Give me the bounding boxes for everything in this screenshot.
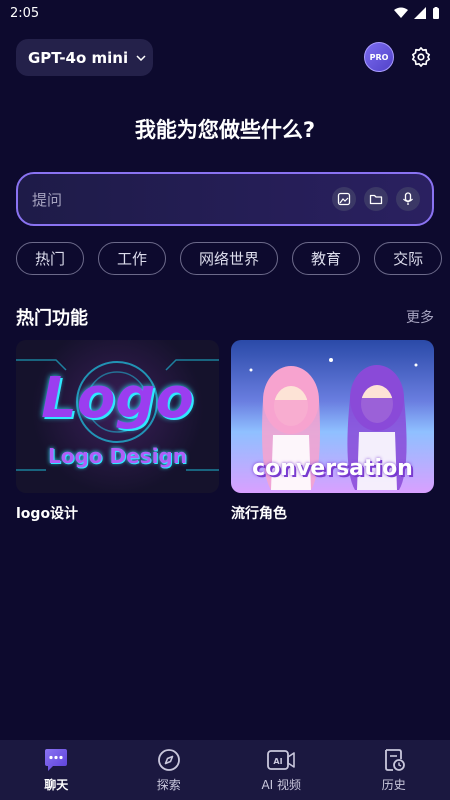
chip-work[interactable]: 工作 [98,242,167,275]
logo-art-sub-text: Logo Design [48,444,187,468]
status-time: 2:05 [10,5,40,21]
nav-explore[interactable]: 探索 [119,748,219,793]
card-label: 流行角色 [231,506,287,522]
nav-chat[interactable]: 聊天 [6,748,106,793]
status-bar: 2:05 [0,0,450,26]
section-title: 热门功能 [16,308,88,329]
logo-art-main-text: Logo [41,366,194,431]
wifi-icon [394,7,408,18]
more-link[interactable]: 更多 [406,307,434,327]
chat-icon [45,748,68,771]
nav-history[interactable]: 历史 [344,748,444,793]
ask-input-box[interactable]: 提问 [16,172,434,226]
image-upload-button[interactable] [332,187,356,211]
anime-art-text: conversation [252,456,413,481]
model-selector[interactable]: GPT-4o mini [16,39,153,76]
settings-button[interactable] [408,44,434,70]
svg-text:AI: AI [274,757,283,766]
signal-icon [414,7,426,19]
ai-video-icon: AI [267,749,296,770]
chip-internet[interactable]: 网络世界 [180,242,279,275]
ask-tools [332,187,420,211]
chip-education[interactable]: 教育 [292,242,361,275]
gear-icon [411,47,431,67]
card-label: logo设计 [16,506,79,522]
compass-icon [157,748,180,771]
ask-input[interactable]: 提问 [32,189,332,210]
pro-badge[interactable]: PRO [364,42,394,72]
nav-label: 探索 [156,777,181,792]
status-icons [394,6,440,20]
feature-card-logo[interactable]: Logo Logo Design logo设计 [16,340,219,523]
nav-label: 历史 [381,777,406,792]
feature-card-characters[interactable]: conversation 流行角色 [231,340,434,523]
image-icon [337,192,351,206]
page-title: 我能为您做些什么? [134,118,316,142]
chip-hot[interactable]: 热门 [16,242,85,275]
microphone-icon [403,192,413,205]
chevron-down-icon [136,54,146,61]
anime-characters-image: conversation [231,340,434,493]
history-icon [384,748,405,771]
file-upload-button[interactable] [364,187,388,211]
battery-icon [433,6,439,19]
model-name: GPT-4o mini [28,48,129,67]
chip-social[interactable]: 交际 [374,242,443,275]
nav-label: AI 视频 [261,777,302,792]
voice-input-button[interactable] [396,187,420,211]
nav-label: 聊天 [44,777,69,792]
bottom-nav: 聊天 探索 AI AI 视频 历史 [0,740,450,800]
category-chips: 热门 工作 网络世界 教育 交际 [16,242,450,276]
logo-design-image: Logo Logo Design [16,340,219,493]
nav-ai-video[interactable]: AI AI 视频 [231,748,331,793]
pro-badge-label: PRO [369,52,389,62]
folder-icon [369,194,383,205]
